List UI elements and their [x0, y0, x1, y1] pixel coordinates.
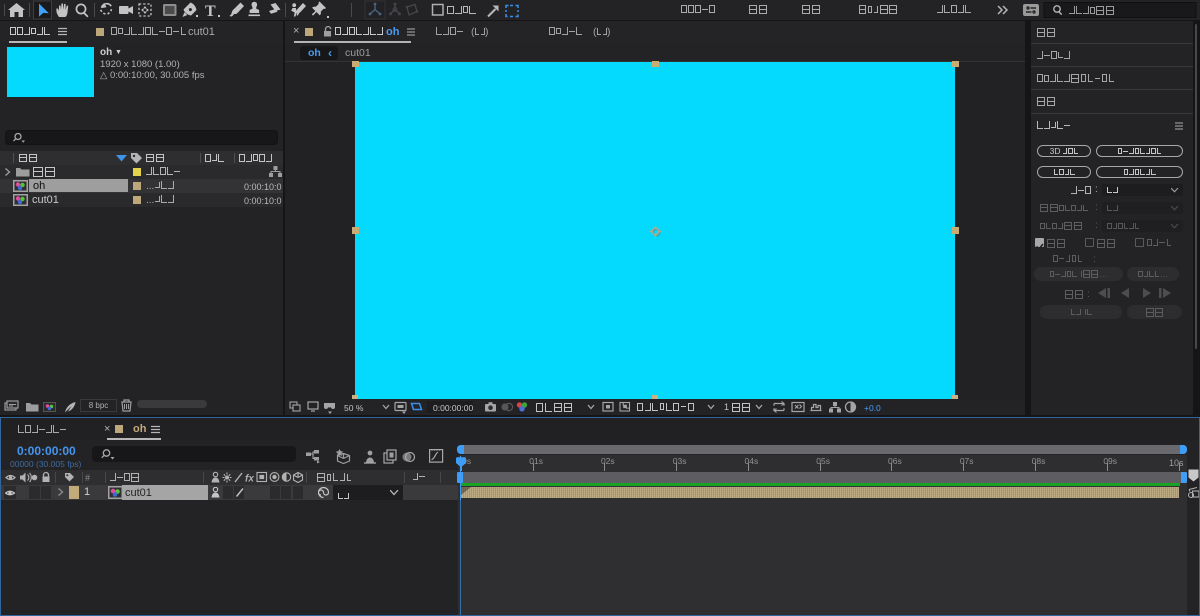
svg-text:fx: fx [245, 474, 254, 485]
svg-text:T: T [205, 3, 216, 20]
svg-text:#: # [85, 473, 90, 483]
